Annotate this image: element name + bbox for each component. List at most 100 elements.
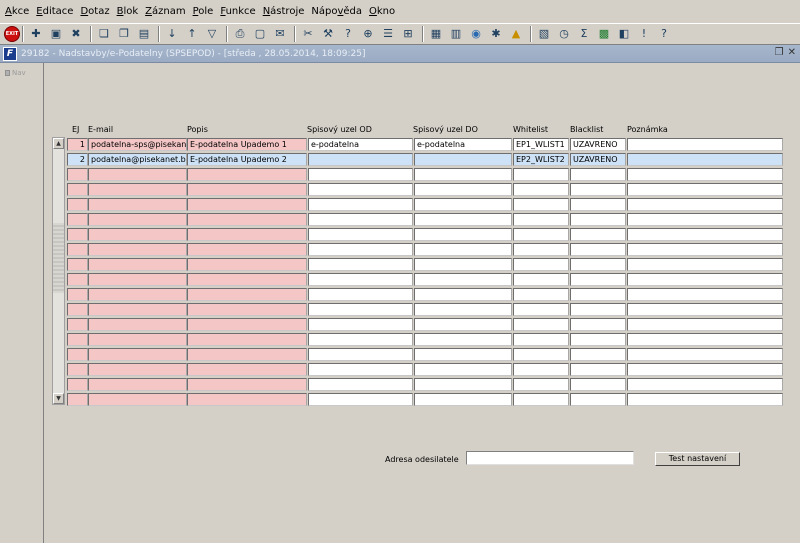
- cell-whitelist[interactable]: [513, 168, 569, 181]
- cell-blacklist[interactable]: [570, 303, 626, 316]
- menu-item-5[interactable]: Pole: [193, 6, 214, 17]
- cell-ej[interactable]: [67, 348, 88, 361]
- cell-do[interactable]: [414, 153, 512, 166]
- cell-email[interactable]: [88, 333, 187, 346]
- table-row[interactable]: [0, 273, 800, 286]
- menu-item-8[interactable]: Nápověda: [311, 6, 362, 17]
- cell-email[interactable]: [88, 363, 187, 376]
- cell-popis[interactable]: [187, 333, 307, 346]
- cell-do[interactable]: [414, 303, 512, 316]
- cell-popis[interactable]: [187, 303, 307, 316]
- cell-do[interactable]: [414, 318, 512, 331]
- cell-whitelist[interactable]: [513, 363, 569, 376]
- print-icon[interactable]: ⎙: [232, 26, 248, 42]
- save-icon[interactable]: ▣: [48, 26, 64, 42]
- zoom-icon[interactable]: ⊕: [360, 26, 376, 42]
- cell-email[interactable]: [88, 378, 187, 391]
- cell-ej[interactable]: [67, 363, 88, 376]
- paste-icon[interactable]: ❐: [116, 26, 132, 42]
- cell-email[interactable]: [88, 288, 187, 301]
- table-row[interactable]: [0, 183, 800, 196]
- cell-ej[interactable]: [67, 168, 88, 181]
- cell-blacklist[interactable]: [570, 168, 626, 181]
- menu-item-6[interactable]: Funkce: [220, 6, 255, 17]
- cut-icon[interactable]: ✂: [300, 26, 316, 42]
- cell-blacklist[interactable]: [570, 228, 626, 241]
- cell-popis[interactable]: E-podatelna Upademo 2: [187, 153, 307, 166]
- cell-whitelist[interactable]: [513, 318, 569, 331]
- cell-od[interactable]: e-podatelna: [308, 138, 413, 151]
- table-row[interactable]: [0, 363, 800, 376]
- query-icon[interactable]: ?: [340, 26, 356, 42]
- cell-email[interactable]: [88, 228, 187, 241]
- form-icon[interactable]: ▤: [136, 26, 152, 42]
- cell-poznamka[interactable]: [627, 183, 783, 196]
- cell-od[interactable]: [308, 273, 413, 286]
- menu-item-4[interactable]: Záznam: [145, 6, 185, 17]
- cell-ej[interactable]: [67, 258, 88, 271]
- cell-do[interactable]: e-podatelna: [414, 138, 512, 151]
- cell-popis[interactable]: [187, 378, 307, 391]
- cell-blacklist[interactable]: [570, 363, 626, 376]
- table-row[interactable]: [0, 168, 800, 181]
- copy-icon[interactable]: ❏: [96, 26, 112, 42]
- cell-do[interactable]: [414, 228, 512, 241]
- cell-email[interactable]: [88, 393, 187, 406]
- cell-popis[interactable]: [187, 198, 307, 211]
- table-row[interactable]: [0, 348, 800, 361]
- cell-whitelist[interactable]: [513, 348, 569, 361]
- cell-poznamka[interactable]: [627, 363, 783, 376]
- table-row[interactable]: [0, 333, 800, 346]
- cell-blacklist[interactable]: [570, 393, 626, 406]
- table-row[interactable]: [0, 318, 800, 331]
- cell-popis[interactable]: [187, 393, 307, 406]
- cell-poznamka[interactable]: [627, 303, 783, 316]
- cell-email[interactable]: podatelna-sps@pisekanet.bb: [88, 138, 187, 151]
- scroll-up-icon[interactable]: ▲: [53, 138, 64, 149]
- whatis-icon[interactable]: ?: [656, 26, 672, 42]
- warning-icon[interactable]: ▲: [508, 26, 524, 42]
- cell-ej[interactable]: [67, 243, 88, 256]
- cell-whitelist[interactable]: [513, 378, 569, 391]
- cell-popis[interactable]: [187, 288, 307, 301]
- cell-popis[interactable]: [187, 228, 307, 241]
- cell-od[interactable]: [308, 153, 413, 166]
- cell-blacklist[interactable]: [570, 288, 626, 301]
- cell-do[interactable]: [414, 243, 512, 256]
- cell-ej[interactable]: [67, 198, 88, 211]
- table-row[interactable]: [0, 378, 800, 391]
- cell-blacklist[interactable]: [570, 318, 626, 331]
- cell-email[interactable]: [88, 318, 187, 331]
- cell-ej[interactable]: [67, 273, 88, 286]
- cell-blacklist[interactable]: [570, 348, 626, 361]
- cell-popis[interactable]: [187, 213, 307, 226]
- cell-popis[interactable]: [187, 318, 307, 331]
- sort-desc-icon[interactable]: ↑: [184, 26, 200, 42]
- cell-email[interactable]: [88, 258, 187, 271]
- cell-poznamka[interactable]: [627, 213, 783, 226]
- cell-whitelist[interactable]: [513, 228, 569, 241]
- sender-address-input[interactable]: [466, 451, 634, 465]
- window-icon[interactable]: ◧: [616, 26, 632, 42]
- cell-poznamka[interactable]: [627, 138, 783, 151]
- cell-popis[interactable]: [187, 168, 307, 181]
- cell-poznamka[interactable]: [627, 198, 783, 211]
- cell-ej[interactable]: [67, 228, 88, 241]
- cell-od[interactable]: [308, 258, 413, 271]
- cell-do[interactable]: [414, 198, 512, 211]
- cell-popis[interactable]: [187, 258, 307, 271]
- nav-tab[interactable]: Nav: [5, 69, 26, 77]
- cell-poznamka[interactable]: [627, 258, 783, 271]
- cell-email[interactable]: [88, 303, 187, 316]
- cell-poznamka[interactable]: [627, 318, 783, 331]
- table-row[interactable]: [0, 393, 800, 406]
- cell-popis[interactable]: [187, 348, 307, 361]
- cell-ej[interactable]: [67, 393, 88, 406]
- cell-whitelist[interactable]: [513, 273, 569, 286]
- table-row[interactable]: [0, 228, 800, 241]
- cell-do[interactable]: [414, 333, 512, 346]
- restore-icon[interactable]: ❐: [775, 47, 784, 58]
- exit-icon[interactable]: EXIT: [4, 26, 20, 42]
- cell-whitelist[interactable]: EP2_WLIST2: [513, 153, 569, 166]
- table-row[interactable]: [0, 303, 800, 316]
